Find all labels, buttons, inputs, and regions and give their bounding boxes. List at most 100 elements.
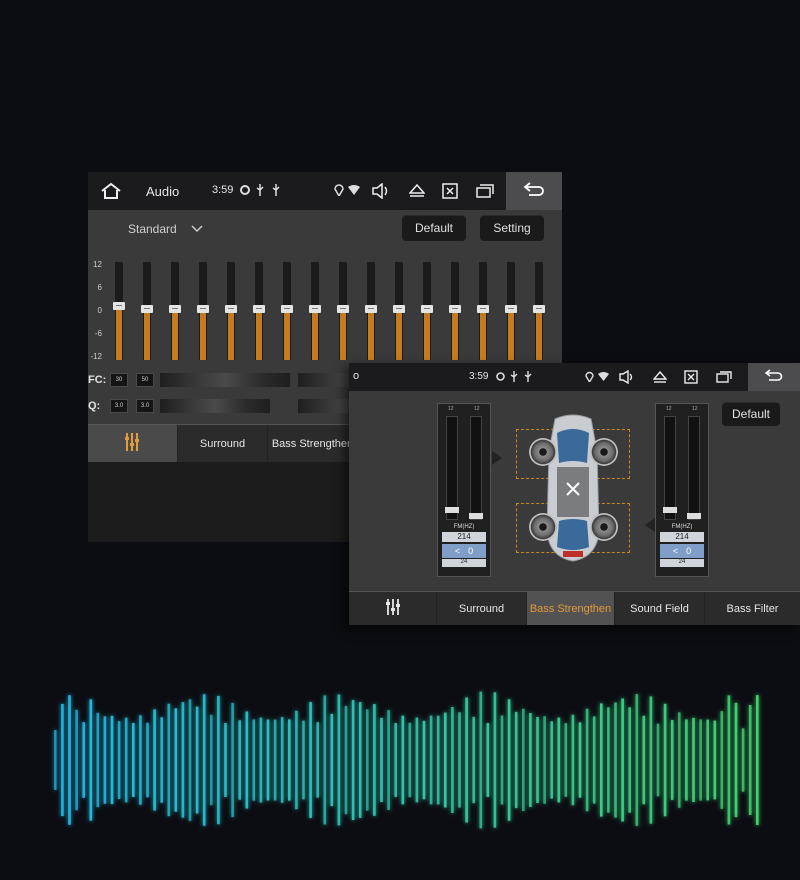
fm-slider-track[interactable]: [445, 416, 459, 520]
clock-time: 3:59: [469, 371, 489, 382]
fm-slider-track[interactable]: [663, 416, 677, 520]
tab-surround[interactable]: Surround: [437, 592, 527, 625]
eq-band-slider[interactable]: [505, 262, 517, 360]
eq-band-knob[interactable]: [449, 305, 461, 314]
waveform-bar: [146, 722, 149, 798]
eq-band-slider[interactable]: [449, 262, 461, 360]
eq-band-knob[interactable]: [421, 305, 433, 314]
chevron-down-icon: [191, 222, 203, 236]
eq-band-slider[interactable]: [197, 262, 209, 360]
volume-icon[interactable]: [619, 370, 635, 384]
eq-band-slider[interactable]: [281, 262, 293, 360]
close-box-icon[interactable]: [684, 370, 698, 384]
waveform-bar: [387, 710, 390, 810]
eq-band-knob[interactable]: [281, 305, 293, 314]
waveform-bar: [408, 722, 412, 798]
waveform-bar: [231, 702, 234, 818]
slider-knob[interactable]: [687, 513, 701, 519]
eq-band-slider[interactable]: [113, 262, 125, 360]
slider-knob[interactable]: [445, 507, 459, 513]
arrow-right-icon: [492, 451, 502, 465]
home-icon[interactable]: [100, 182, 122, 200]
eq-band-slider[interactable]: [253, 262, 265, 360]
eq-band-knob[interactable]: [309, 305, 321, 314]
eq-band-knob[interactable]: [225, 305, 237, 314]
speaker-front-right[interactable]: [590, 438, 618, 466]
eq-band-slider[interactable]: [393, 262, 405, 360]
waveform-bar: [202, 694, 206, 826]
eq-band-knob[interactable]: [393, 305, 405, 314]
q-slider-track[interactable]: [687, 416, 701, 520]
eq-band-knob[interactable]: [169, 305, 181, 314]
waveform-bar: [727, 695, 731, 825]
tab-equalizer[interactable]: [88, 425, 178, 462]
waveform-bar: [522, 708, 525, 811]
q-slider-blurred[interactable]: [160, 399, 270, 413]
speaker-rear-left[interactable]: [529, 513, 557, 541]
tab-surround[interactable]: Surround: [178, 425, 268, 462]
waveform-bar: [692, 717, 695, 802]
windows-icon[interactable]: [476, 184, 494, 198]
waveform-bar: [557, 717, 561, 803]
tab-sound-field[interactable]: Sound Field: [615, 592, 705, 625]
preset-selector[interactable]: Standard: [128, 222, 203, 236]
waveform-bar: [500, 715, 504, 805]
eq-band-slider[interactable]: [169, 262, 181, 360]
eq-band-knob[interactable]: [337, 305, 349, 314]
waveform-bar: [550, 721, 553, 799]
usb-icon: [524, 371, 532, 382]
eq-band-knob[interactable]: [505, 305, 517, 314]
eq-band-slider[interactable]: [225, 262, 237, 360]
q-value-box[interactable]: <0: [442, 544, 486, 558]
q-value-box[interactable]: <0: [660, 544, 704, 558]
close-box-icon[interactable]: [442, 183, 458, 199]
eq-band-knob[interactable]: [365, 305, 377, 314]
eq-band-knob[interactable]: [253, 305, 265, 314]
fc-value-box[interactable]: 30: [110, 373, 128, 387]
usb-icon: [510, 371, 518, 382]
tab-bass-strengthen[interactable]: Bass Strengthen: [527, 592, 615, 625]
eq-band-knob[interactable]: [197, 305, 209, 314]
less-than-icon: <: [454, 546, 461, 556]
eject-icon[interactable]: [653, 371, 667, 383]
tab-bass-strengthen[interactable]: Bass Strengthen: [268, 425, 358, 462]
windows-icon[interactable]: [716, 371, 732, 383]
q-slider-track[interactable]: [469, 416, 483, 520]
waveform-bar: [741, 728, 745, 792]
eq-band-slider[interactable]: [533, 262, 545, 360]
fc-label: FC:: [88, 374, 107, 386]
default-button[interactable]: Default: [722, 402, 780, 426]
tab-equalizer[interactable]: [349, 592, 437, 625]
waveform-bar: [124, 717, 128, 803]
slider-knob[interactable]: [663, 507, 677, 513]
speaker-rear-right[interactable]: [590, 513, 618, 541]
volume-icon[interactable]: [372, 183, 390, 199]
eq-band-slider[interactable]: [477, 262, 489, 360]
slider-knob[interactable]: [469, 513, 483, 519]
eq-band-slider[interactable]: [365, 262, 377, 360]
setting-button[interactable]: Setting: [480, 215, 544, 241]
eq-band-slider[interactable]: [421, 262, 433, 360]
waveform-bar: [706, 719, 709, 801]
eq-band-slider[interactable]: [309, 262, 321, 360]
back-button[interactable]: [748, 363, 800, 391]
location-icon: [585, 371, 594, 382]
waveform-bar: [337, 694, 341, 826]
eq-band-knob[interactable]: [477, 305, 489, 314]
back-button[interactable]: [506, 172, 562, 210]
fc-value-box[interactable]: 50: [136, 373, 154, 387]
waveform-bar: [153, 709, 156, 811]
q-value-box[interactable]: 3.0: [136, 399, 154, 413]
eq-band-knob[interactable]: [141, 305, 153, 314]
eq-band-slider[interactable]: [337, 262, 349, 360]
q-value-box[interactable]: 3.0: [110, 399, 128, 413]
eject-icon[interactable]: [409, 184, 425, 198]
eq-band-slider[interactable]: [141, 262, 153, 360]
waveform-bar: [571, 714, 575, 806]
default-button[interactable]: Default: [402, 215, 466, 241]
speaker-front-left[interactable]: [529, 438, 557, 466]
eq-band-knob[interactable]: [113, 302, 125, 311]
eq-band-knob[interactable]: [533, 305, 545, 314]
fc-slider-blurred[interactable]: [160, 373, 290, 387]
tab-bass-filter[interactable]: Bass Filter: [705, 592, 800, 625]
